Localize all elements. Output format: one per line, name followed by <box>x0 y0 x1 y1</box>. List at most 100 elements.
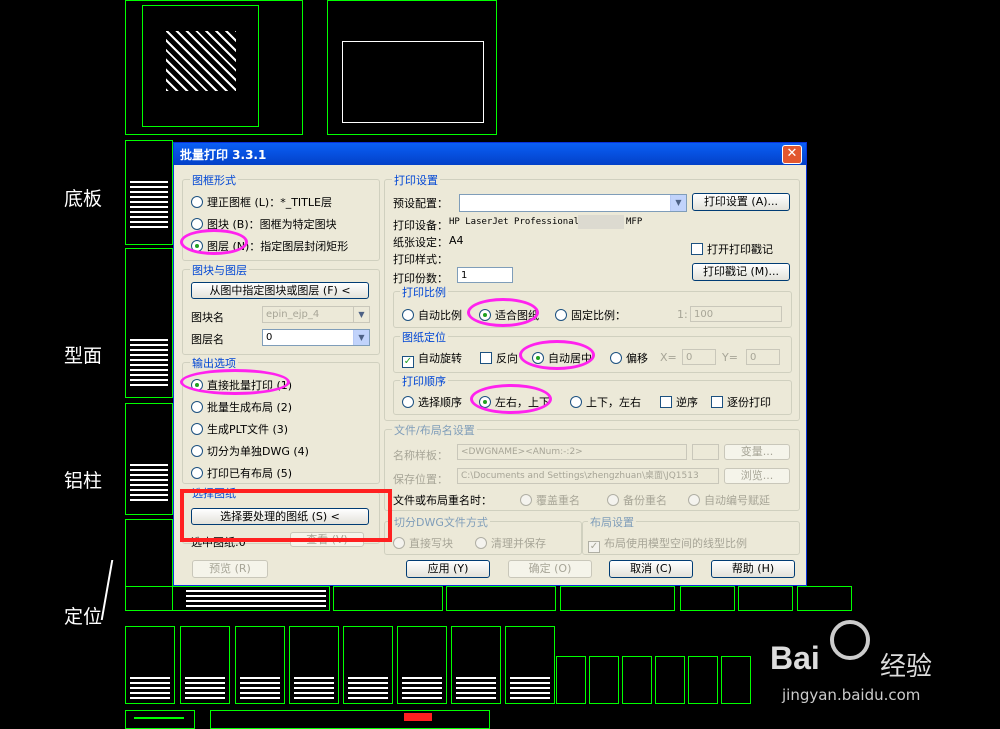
checkbox-icon <box>660 396 672 408</box>
frame-option-title-layer[interactable]: 理正图框 (L)：*_TITLE层 <box>191 194 332 210</box>
x-offset-value: 0 <box>686 352 693 363</box>
device-name-redacted <box>578 215 624 229</box>
order-select[interactable]: 选择顺序 <box>402 394 462 410</box>
apply-button[interactable]: 应用 (Y) <box>406 560 490 578</box>
layout-linetype-checkbox[interactable]: ✓ 布局使用模型空间的线型比例 <box>588 535 747 553</box>
dup-backup[interactable]: 备份重名 <box>607 492 667 508</box>
x-label: X= <box>660 351 677 364</box>
dup-option-label: 覆盖重名 <box>536 494 580 507</box>
print-log-checkbox[interactable]: 打开打印戳记 <box>691 241 773 257</box>
dup-overwrite[interactable]: 覆盖重名 <box>520 492 580 508</box>
block-name-value: epin_ejp_4 <box>266 309 320 320</box>
variables-button[interactable]: 变量... <box>724 444 790 460</box>
drawing-sheet <box>622 656 652 704</box>
pick-from-drawing-button[interactable]: 从图中指定图块或图层 (F) < <box>191 282 369 299</box>
label-aluminum-post: 铝柱 <box>64 470 103 492</box>
watermark-brand-suffix: 经验 <box>880 652 933 682</box>
scale-fixed[interactable]: 固定比例： <box>555 307 626 323</box>
preset-label: 预设配置： <box>393 197 448 210</box>
copies-input[interactable]: 1 <box>457 267 513 283</box>
drawing-sheet <box>738 586 793 611</box>
highlight-ring-layer-option <box>180 229 248 255</box>
ratio-value: 100 <box>694 309 714 320</box>
title-block <box>130 339 168 389</box>
highlight-ring-fit-paper <box>467 298 539 327</box>
collate-label: 逐份打印 <box>727 396 771 409</box>
baidu-watermark: Bai 经验 jingyan.baidu.com <box>770 620 970 710</box>
split-write-block[interactable]: 直接写块 <box>393 535 453 551</box>
output-plt-file[interactable]: 生成PLT文件 (3) <box>191 421 288 437</box>
block-name-label: 图块名 <box>191 311 224 324</box>
print-log-button[interactable]: 打印戳记 (M)... <box>692 263 790 281</box>
radio-icon <box>520 494 532 506</box>
title-block <box>240 677 280 699</box>
print-order-title: 打印顺序 <box>400 373 448 389</box>
order-top-bottom[interactable]: 上下，左右 <box>570 394 641 410</box>
drawing-sheet <box>451 626 501 704</box>
output-option-label: 打印已有布局 (5) <box>207 467 293 480</box>
paper-value: A4 <box>449 234 464 247</box>
drawing-sheet <box>560 586 675 611</box>
ratio-input[interactable]: 100 <box>690 306 782 322</box>
name-extra-input[interactable] <box>692 444 719 460</box>
layout-settings-title: 布局设置 <box>588 514 636 530</box>
layer-name-select[interactable]: 0 ▼ <box>262 329 370 346</box>
radio-icon <box>191 218 203 230</box>
scale-auto[interactable]: 自动比例 <box>402 307 462 323</box>
auto-rotate-checkbox[interactable]: ✓ 自动旋转 <box>402 350 462 368</box>
ok-button[interactable]: 确定 (O) <box>508 560 592 578</box>
dup-option-label: 自动编号赋延 <box>704 494 770 507</box>
drawing-sheet <box>125 586 330 611</box>
dialog-titlebar[interactable]: 批量打印 3.3.1 ✕ <box>174 143 806 165</box>
highlight-ring-left-right <box>470 384 552 414</box>
device-value: HP LaserJet Professional <box>449 217 580 227</box>
browse-button[interactable]: 浏览... <box>724 468 790 484</box>
dialog-title: 批量打印 3.3.1 <box>180 148 267 162</box>
dup-auto-number[interactable]: 自动编号赋延 <box>688 492 770 508</box>
drawing-sheet <box>125 626 175 704</box>
save-location-input[interactable]: C:\Documents and Settings\zhengzhuan\桌面\… <box>457 468 719 484</box>
preview-button[interactable]: 预览 (R) <box>192 560 268 578</box>
duplicate-name-label: 文件或布局重名时： <box>393 494 492 507</box>
watermark-brand: Bai <box>770 640 820 676</box>
preset-select[interactable]: ▼ <box>459 194 687 212</box>
name-template-input[interactable]: <DWGNAME><ANum:-:2> <box>457 444 687 460</box>
split-clean-save[interactable]: 清理并保存 <box>475 535 546 551</box>
radio-icon <box>570 396 582 408</box>
output-print-layouts[interactable]: 打印已有布局 (5) <box>191 465 292 481</box>
offset-label: 偏移 <box>626 352 648 365</box>
paper-label: 纸张设定： <box>393 236 448 249</box>
title-block <box>185 677 225 699</box>
checkbox-checked-icon: ✓ <box>402 356 414 368</box>
highlight-box-select-drawings <box>180 489 392 542</box>
scale-option-label: 自动比例 <box>418 309 462 322</box>
order-option-label: 上下，左右 <box>586 396 641 409</box>
drawing-sheet <box>680 586 735 611</box>
reverse-order-label: 逆序 <box>676 396 698 409</box>
print-settings-button[interactable]: 打印设置 (A)... <box>692 193 790 211</box>
reverse-checkbox[interactable]: 反向 <box>480 350 518 366</box>
x-offset-input[interactable]: 0 <box>682 349 716 365</box>
block-name-select[interactable]: epin_ejp_4 ▼ <box>262 306 370 323</box>
checkbox-icon <box>711 396 723 408</box>
radio-icon <box>402 309 414 321</box>
title-block <box>348 677 388 699</box>
style-label: 打印样式： <box>393 253 448 266</box>
dropdown-arrow-icon: ▼ <box>353 307 369 322</box>
help-button[interactable]: 帮助 (H) <box>711 560 795 578</box>
cancel-button[interactable]: 取消 (C) <box>609 560 693 578</box>
output-generate-layout[interactable]: 批量生成布局 (2) <box>191 399 292 415</box>
y-offset-input[interactable]: 0 <box>746 349 780 365</box>
frame-option-label: 理正图框 (L)：*_TITLE层 <box>207 196 332 209</box>
drawing-sheet <box>125 403 173 515</box>
radio-icon <box>393 537 405 549</box>
output-split-dwg[interactable]: 切分为单独DWG (4) <box>191 443 309 459</box>
collate-checkbox[interactable]: 逐份打印 <box>711 394 771 410</box>
y-offset-value: 0 <box>750 352 757 363</box>
reverse-order-checkbox[interactable]: 逆序 <box>660 394 698 410</box>
save-location-value: C:\Documents and Settings\zhengzhuan\桌面\… <box>461 471 699 481</box>
split-option-label: 清理并保存 <box>491 537 546 550</box>
offset-radio[interactable]: 偏移 <box>610 350 648 366</box>
close-button[interactable]: ✕ <box>782 145 802 164</box>
label-positioning: 定位 <box>64 606 103 628</box>
